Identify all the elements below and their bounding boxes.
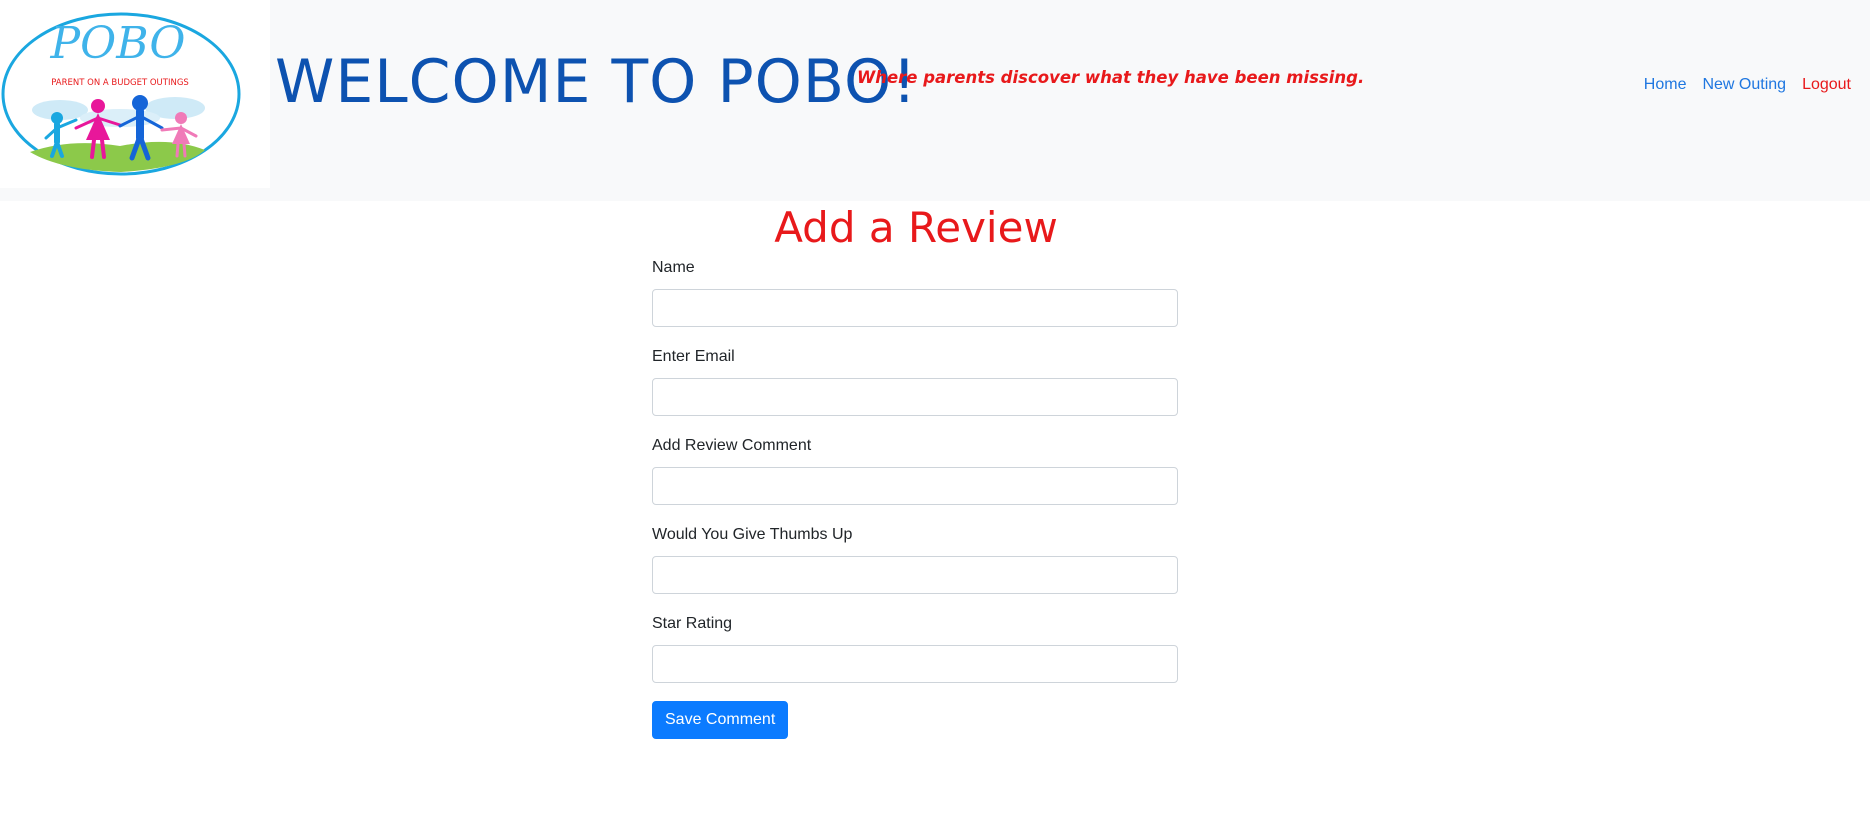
comment-group: Add Review Comment [652, 434, 1178, 505]
name-input[interactable] [652, 289, 1178, 327]
thumbs-up-group: Would You Give Thumbs Up [652, 523, 1178, 594]
site-tagline: Where parents discover what they have be… [857, 68, 1365, 87]
svg-text:POBO: POBO [50, 18, 186, 69]
email-input[interactable] [652, 378, 1178, 416]
svg-text:PARENT ON A BUDGET OUTINGS: PARENT ON A BUDGET OUTINGS [51, 78, 189, 88]
nav-logout-link[interactable]: Logout [1802, 76, 1851, 94]
nav-home-link[interactable]: Home [1644, 76, 1687, 94]
save-comment-button[interactable]: Save Comment [652, 701, 789, 739]
star-rating-label: Star Rating [652, 615, 733, 632]
comment-input[interactable] [652, 467, 1178, 505]
email-label: Enter Email [652, 348, 735, 365]
comment-label: Add Review Comment [652, 437, 812, 454]
star-rating-input[interactable] [652, 645, 1178, 683]
thumbs-up-input[interactable] [652, 556, 1178, 594]
email-group: Enter Email [652, 345, 1178, 416]
pobo-logo[interactable]: POBO PARENT ON A BUDGET OUTINGS [0, 0, 270, 188]
thumbs-up-label: Would You Give Thumbs Up [652, 526, 853, 543]
family-logo-icon: POBO PARENT ON A BUDGET OUTINGS [1, 12, 241, 176]
name-group: Name [652, 256, 1178, 327]
navbar: POBO PARENT ON A BUDGET OUTINGS WELCOME … [0, 0, 1870, 201]
nav-new-outing-link[interactable]: New Outing [1702, 76, 1786, 94]
site-title: WELCOME TO POBO! [275, 47, 918, 117]
page-title: Add a Review [774, 203, 1058, 252]
nav-links: Home New Outing Logout [1644, 76, 1851, 94]
star-rating-group: Star Rating [652, 612, 1178, 683]
name-label: Name [652, 259, 695, 276]
add-review-form: Name Enter Email Add Review Comment Woul… [652, 256, 1178, 739]
